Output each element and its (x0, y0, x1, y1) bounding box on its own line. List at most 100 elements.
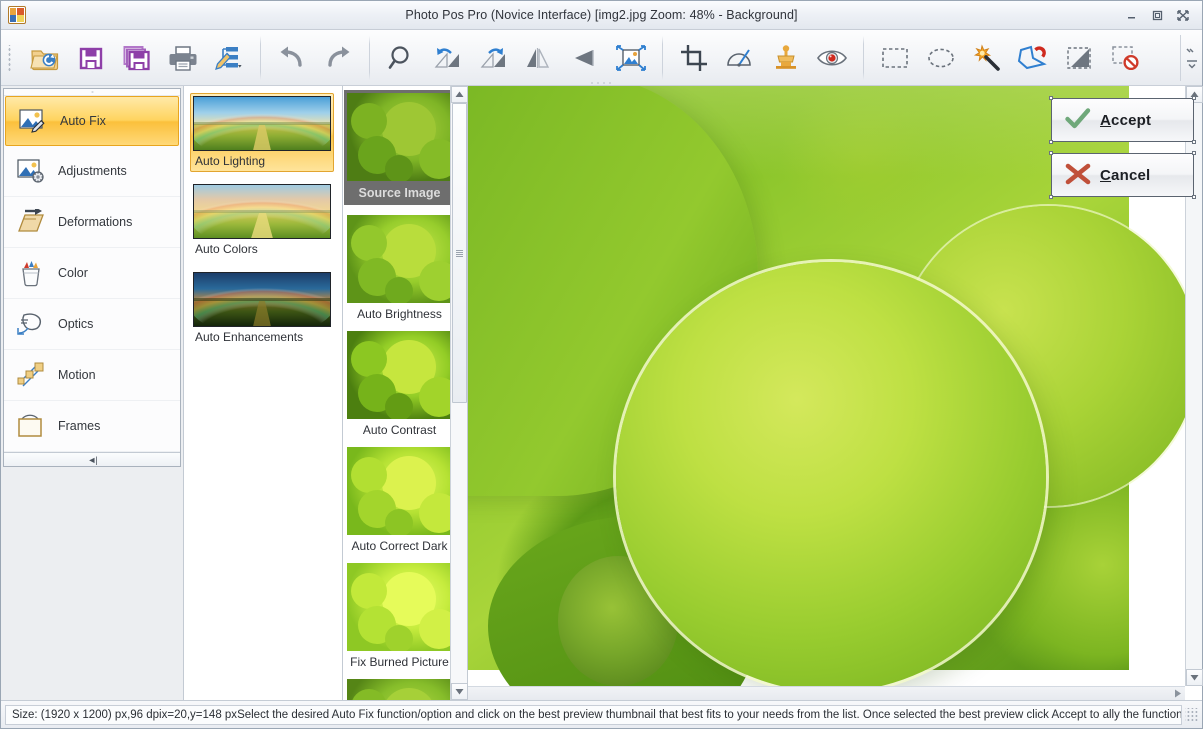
close-button[interactable] (1175, 8, 1192, 23)
sidebar-item-deformations[interactable]: Deformations (4, 197, 180, 248)
magnetic-lasso-icon[interactable] (1010, 35, 1056, 81)
title-bar: Photo Pos Pro (Novice Interface) [img2.j… (1, 1, 1202, 30)
sidebar-item-label: Optics (58, 317, 94, 331)
status-cursor-position: x=20,y=148 px (161, 708, 238, 721)
undo-icon[interactable] (269, 35, 315, 81)
rotate-right-icon[interactable] (470, 35, 516, 81)
batch-script-icon[interactable] (206, 35, 252, 81)
toolbar-drag-handle[interactable] (5, 44, 14, 71)
sidebar-item-color[interactable]: Color (4, 248, 180, 299)
color-icon (14, 258, 47, 288)
resize-image-icon[interactable] (608, 35, 654, 81)
cancel-button[interactable]: Cancel (1049, 151, 1196, 199)
optics-icon (14, 309, 47, 339)
main-body: Auto Fix Adjustments Deformations Color … (1, 86, 1203, 700)
function-item-auto-colors[interactable]: Auto Colors (190, 181, 334, 260)
main-toolbar (1, 30, 1202, 86)
cross-icon (1065, 163, 1091, 188)
sidebar-item-auto-fix[interactable]: Auto Fix (5, 96, 179, 146)
status-text-container: Size: (1920 x 1200) px,96 dpi x=20,y=148… (5, 704, 1182, 725)
image-canvas-area: Accept Cancel (468, 86, 1203, 700)
zoom-icon[interactable] (378, 35, 424, 81)
window-controls (1123, 8, 1202, 23)
preview-item-auto-correct-dark[interactable]: Auto Correct Dark (347, 447, 452, 553)
check-icon (1065, 107, 1091, 133)
curve-tool-icon[interactable] (717, 35, 763, 81)
preview-thumbnail-list: Source Image Auto Brightness Auto Contra… (343, 86, 468, 700)
status-bar: Size: (1920 x 1200) px,96 dpi x=20,y=148… (1, 700, 1202, 728)
sidebar-drag-handle[interactable] (4, 89, 180, 96)
thumbnail-scroll-thumb[interactable] (451, 103, 467, 403)
sidebar-item-label: Motion (58, 368, 96, 382)
toolbar-group-history (264, 35, 366, 81)
rotate-left-icon[interactable] (424, 35, 470, 81)
preview-label: Auto Brightness (357, 307, 442, 321)
sidebar-item-label: Color (58, 266, 88, 280)
function-item-auto-enhancements[interactable]: Auto Enhancements (190, 269, 334, 348)
preview-item-auto-brightness[interactable]: Auto Brightness (347, 215, 452, 321)
preview-item-partial[interactable] (347, 679, 452, 700)
toolbar-separator (863, 35, 864, 80)
deselect-icon[interactable] (1102, 35, 1148, 81)
preview-label: Source Image (347, 181, 452, 205)
rectangle-select-icon[interactable] (872, 35, 918, 81)
thumbnail-scroll-track[interactable] (450, 103, 467, 683)
magic-wand-icon[interactable] (964, 35, 1010, 81)
print-icon[interactable] (160, 35, 206, 81)
sidebar-item-motion[interactable]: Motion (4, 350, 180, 401)
preview-thumbnail-image (347, 215, 452, 303)
flip-horizontal-icon[interactable] (516, 35, 562, 81)
minimize-button[interactable] (1123, 8, 1140, 23)
window-title: Photo Pos Pro (Novice Interface) [img2.j… (405, 8, 798, 22)
sidebar-item-label: Frames (58, 419, 101, 433)
status-image-size: Size: (1920 x 1200) px,96 dpi (12, 708, 162, 721)
toolbar-overflow-icon[interactable] (1180, 34, 1202, 81)
sidebar-item-label: Deformations (58, 215, 133, 229)
save-icon[interactable] (68, 35, 114, 81)
toolbar-separator (369, 35, 370, 80)
motion-icon (14, 360, 47, 390)
preview-thumbnail-image (347, 331, 452, 419)
sidebar-collapse-button[interactable]: ◄| (4, 452, 180, 466)
sidebar-item-optics[interactable]: Optics (4, 299, 180, 350)
flip-vertical-icon[interactable] (562, 35, 608, 81)
crop-icon[interactable] (671, 35, 717, 81)
preview-item-fix-burned-picture[interactable]: Fix Burned Picture (347, 563, 452, 669)
preview-item-source-image[interactable]: Source Image (344, 90, 455, 205)
preview-label: Auto Correct Dark (351, 539, 448, 553)
preview-thumbnail-image (347, 93, 452, 181)
preview-thumbnails: Source Image Auto Brightness Auto Contra… (343, 86, 467, 700)
redo-icon[interactable] (315, 35, 361, 81)
save-as-icon[interactable] (114, 35, 160, 81)
thumbnail-scrollbar[interactable] (450, 86, 467, 700)
accept-label: Accept (1100, 111, 1152, 129)
canvas-scroll-down-arrow[interactable] (1185, 669, 1203, 686)
auto-fix-icon (16, 106, 49, 136)
canvas-scroll-right-arrow[interactable] (1174, 689, 1182, 698)
ellipse-select-icon[interactable] (918, 35, 964, 81)
function-thumbnail (193, 96, 331, 151)
sidebar-collapse-glyph: ◄| (87, 454, 97, 465)
application-window: Photo Pos Pro (Novice Interface) [img2.j… (0, 0, 1203, 729)
clone-stamp-icon[interactable] (763, 35, 809, 81)
preview-thumbnail-image (347, 563, 452, 651)
canvas-horizontal-scrollbar[interactable] (468, 686, 1185, 700)
toolbar-separator (662, 35, 663, 80)
scroll-up-arrow[interactable] (450, 86, 467, 103)
red-eye-icon[interactable] (809, 35, 855, 81)
gradient-select-icon[interactable] (1056, 35, 1102, 81)
accept-button[interactable]: Accept (1049, 96, 1196, 144)
resize-grip[interactable] (1184, 707, 1198, 722)
preview-item-auto-contrast[interactable]: Auto Contrast (347, 331, 452, 437)
function-item-auto-lighting[interactable]: Auto Lighting (190, 93, 334, 172)
toolbar-group-file (17, 35, 257, 81)
sidebar-item-adjustments[interactable]: Adjustments (4, 146, 180, 197)
status-hint: Select the desired Auto Fix function/opt… (237, 708, 1182, 721)
scroll-down-arrow[interactable] (450, 683, 467, 700)
image-preview[interactable] (468, 86, 1185, 686)
function-thumbnail (193, 272, 331, 327)
open-file-icon[interactable] (22, 35, 68, 81)
maximize-button[interactable] (1149, 8, 1166, 23)
preview-thumbnail-image (347, 679, 452, 700)
sidebar-item-frames[interactable]: Frames (4, 401, 180, 452)
